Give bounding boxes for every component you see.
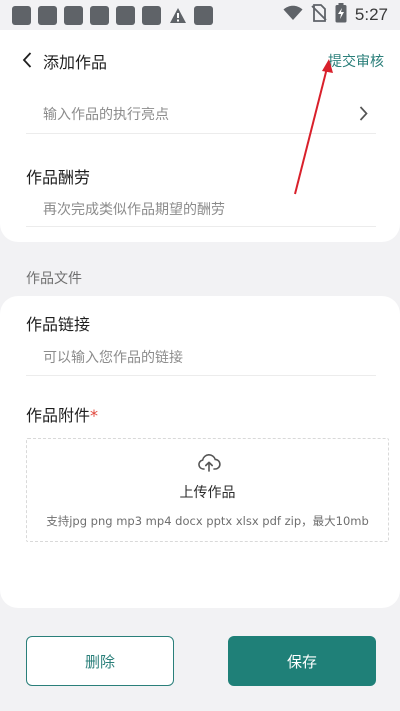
notification-icon — [38, 5, 57, 25]
submit-review-button[interactable]: 提交审核 — [328, 51, 384, 71]
attachment-label: 作品附件* — [26, 402, 98, 426]
reward-label: 作品酬劳 — [26, 168, 91, 187]
link-placeholder: 可以输入您作品的链接 — [43, 349, 183, 366]
chevron-left-icon — [22, 52, 32, 68]
work-files-card: 作品链接 可以输入您作品的链接 作品附件* 上传作品 支持jpg png mp3… — [0, 296, 400, 608]
delete-button[interactable]: 删除 — [26, 636, 174, 686]
cloud-upload-icon — [198, 454, 221, 472]
status-icons-right: 5:27 — [283, 3, 388, 27]
highlight-placeholder: 输入作品的执行亮点 — [43, 106, 169, 123]
status-bar: 5:27 — [0, 0, 400, 30]
status-icons-left — [12, 5, 213, 25]
work-details-card: 添加作品 提交审核 输入作品的执行亮点 作品酬劳 再次完成类似作品期望的酬劳 — [0, 30, 400, 242]
upload-title: 上传作品 — [179, 485, 236, 501]
link-input[interactable]: 可以输入您作品的链接 — [26, 338, 376, 376]
wifi-icon — [283, 5, 303, 25]
status-time: 5:27 — [354, 5, 388, 24]
battery-charging-icon — [335, 3, 347, 27]
link-label: 作品链接 — [26, 315, 91, 334]
reward-placeholder: 再次完成类似作品期望的酬劳 — [43, 201, 225, 218]
chevron-right-icon — [359, 106, 368, 121]
files-section-title: 作品文件 — [26, 271, 82, 287]
notification-icon — [142, 5, 161, 25]
notification-icon — [90, 5, 109, 25]
back-button[interactable] — [22, 48, 38, 72]
header: 添加作品 提交审核 — [0, 46, 400, 76]
warning-icon — [168, 6, 187, 25]
highlight-input-row[interactable]: 输入作品的执行亮点 — [26, 94, 376, 134]
no-sim-icon — [311, 4, 327, 26]
notification-icon — [12, 5, 31, 25]
reward-input[interactable]: 再次完成类似作品期望的酬劳 — [26, 191, 376, 227]
required-mark: * — [90, 406, 99, 425]
upload-hint: 支持jpg png mp3 mp4 docx pptx xlsx pdf zip… — [46, 514, 369, 528]
page-title: 添加作品 — [43, 53, 108, 72]
notification-icon — [116, 5, 135, 25]
notification-icon — [194, 5, 213, 25]
notification-icon — [64, 5, 83, 25]
upload-area[interactable]: 上传作品 支持jpg png mp3 mp4 docx pptx xlsx pd… — [26, 438, 389, 542]
attachment-label-text: 作品附件 — [26, 406, 91, 425]
save-button[interactable]: 保存 — [228, 636, 376, 686]
